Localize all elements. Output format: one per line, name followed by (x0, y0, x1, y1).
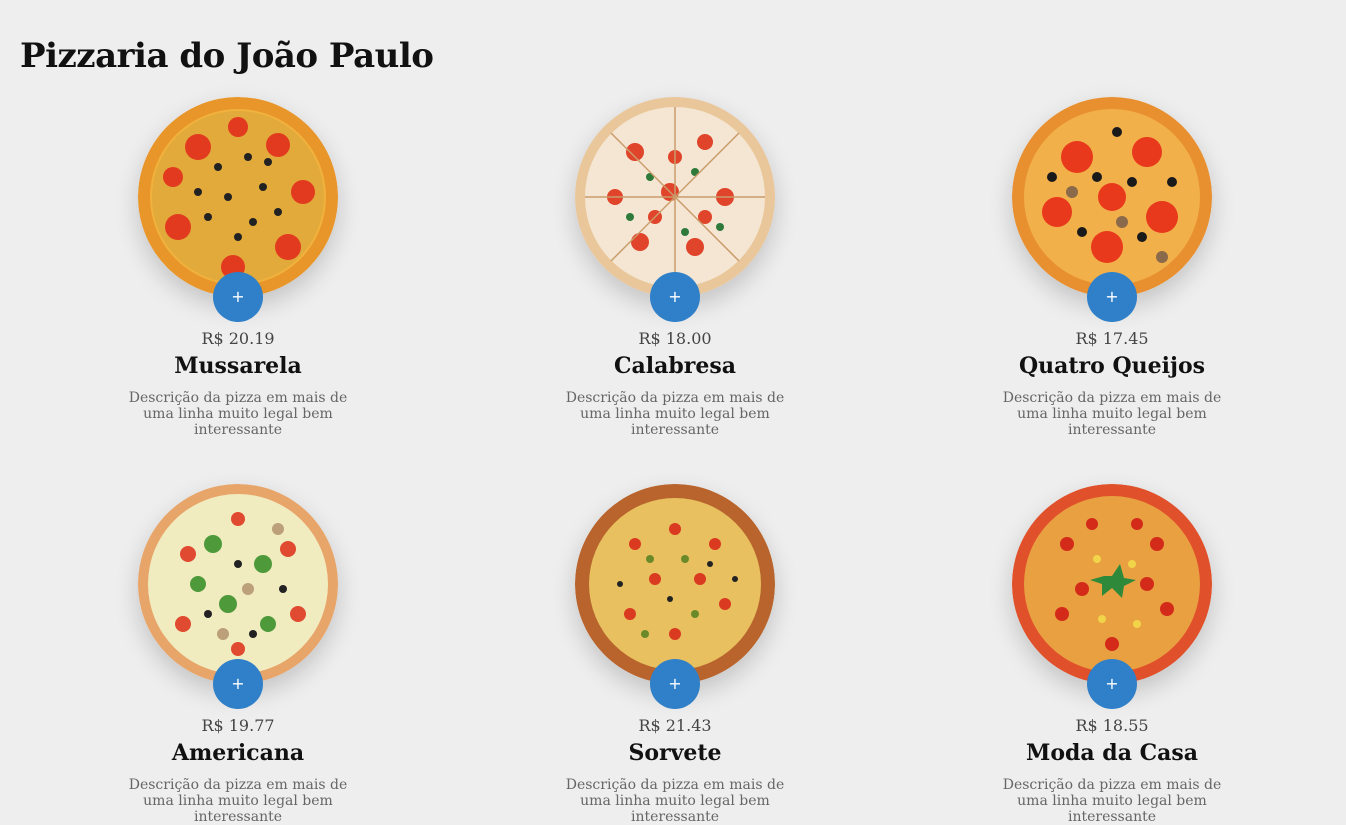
pizza-card: + R$ 18.00 Calabresa Descrição da pizza … (545, 97, 805, 438)
pizza-grid: + R$ 20.19 Mussarela Descrição da pizza … (0, 0, 1346, 825)
pizza-price: R$ 21.43 (638, 716, 712, 735)
pizza-name: Americana (171, 740, 305, 766)
add-to-cart-button[interactable]: + (650, 659, 700, 709)
pizza-price: R$ 17.45 (1075, 329, 1149, 348)
pizza-price: R$ 19.77 (201, 716, 275, 735)
add-to-cart-button[interactable]: + (1087, 659, 1137, 709)
pizza-card: + R$ 21.43 Sorvete Descrição da pizza em… (545, 484, 805, 825)
pizza-image (138, 484, 338, 684)
pizza-name: Calabresa (614, 353, 736, 379)
pizza-description: Descrição da pizza em mais de uma linha … (128, 390, 348, 438)
pizza-price: R$ 18.00 (638, 329, 712, 348)
pizza-image (138, 97, 338, 297)
pizza-image (575, 97, 775, 297)
pizza-description: Descrição da pizza em mais de uma linha … (565, 777, 785, 825)
add-to-cart-button[interactable]: + (213, 659, 263, 709)
pizza-card: + R$ 17.45 Quatro Queijos Descrição da p… (982, 97, 1242, 438)
pizza-image (1012, 484, 1212, 684)
pizza-description: Descrição da pizza em mais de uma linha … (128, 777, 348, 825)
pizza-card: + R$ 18.55 Moda da Casa Descrição da piz… (982, 484, 1242, 825)
add-to-cart-button[interactable]: + (650, 272, 700, 322)
pizza-description: Descrição da pizza em mais de uma linha … (565, 390, 785, 438)
pizza-name: Quatro Queijos (1018, 353, 1206, 379)
pizza-name: Mussarela (174, 353, 302, 379)
pizza-card: + R$ 20.19 Mussarela Descrição da pizza … (108, 97, 368, 438)
pizza-name: Sorvete (628, 740, 722, 766)
pizza-description: Descrição da pizza em mais de uma linha … (1002, 390, 1222, 438)
pizza-card: + R$ 19.77 Americana Descrição da pizza … (108, 484, 368, 825)
pizza-price: R$ 18.55 (1075, 716, 1149, 735)
add-to-cart-button[interactable]: + (1087, 272, 1137, 322)
pizza-price: R$ 20.19 (201, 329, 275, 348)
add-to-cart-button[interactable]: + (213, 272, 263, 322)
pizza-description: Descrição da pizza em mais de uma linha … (1002, 777, 1222, 825)
pizza-image (1012, 97, 1212, 297)
pizza-name: Moda da Casa (1025, 740, 1199, 766)
pizza-image (575, 484, 775, 684)
